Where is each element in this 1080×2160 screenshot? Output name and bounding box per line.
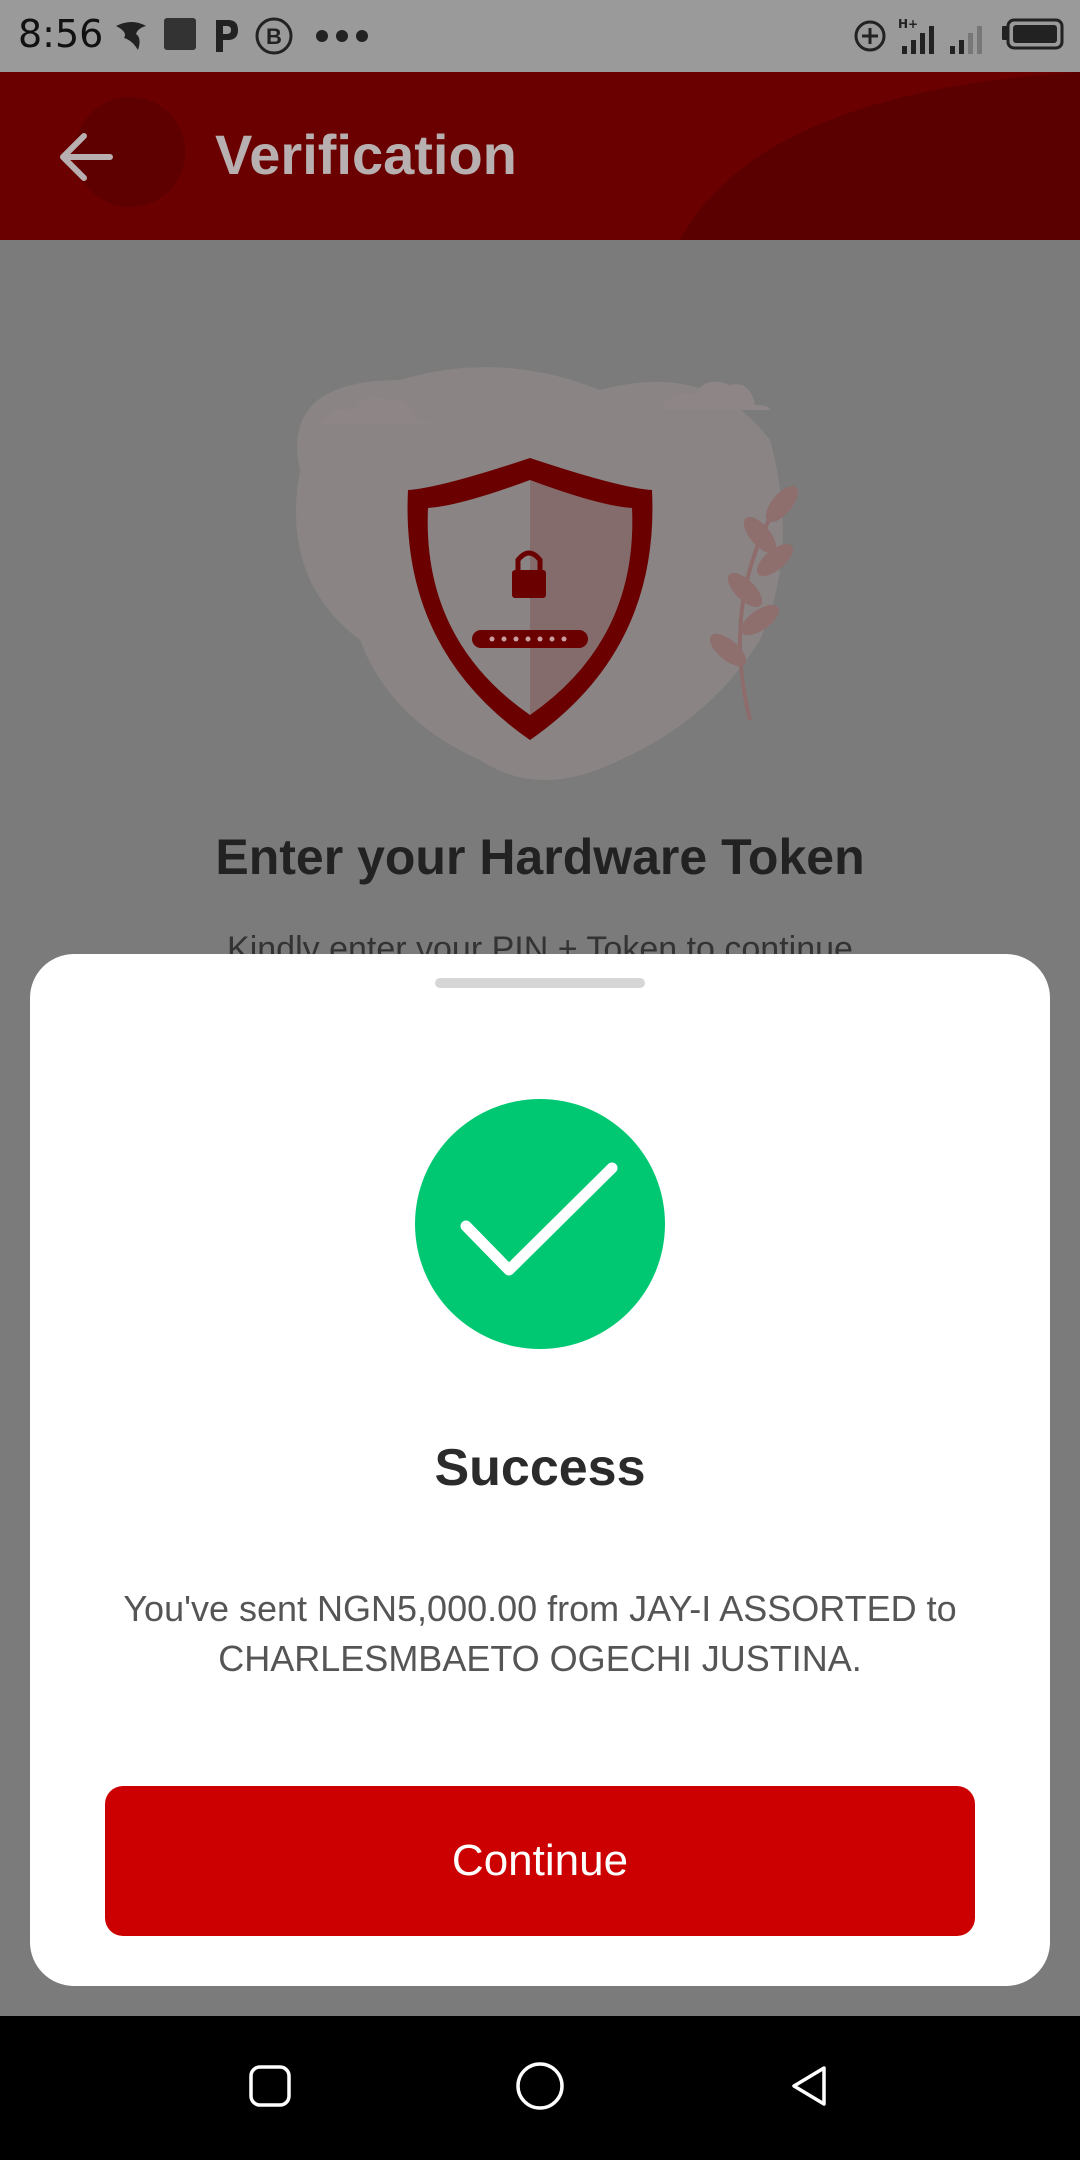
battery-icon: [1002, 18, 1064, 50]
success-message: You've sent NGN5,000.00 from JAY-I ASSOR…: [123, 1588, 957, 1679]
signal-hplus-icon: H+: [898, 17, 934, 54]
security-shield-illustration: [296, 367, 799, 780]
status-time: 8:56: [18, 12, 104, 56]
svg-text:B: B: [266, 24, 282, 49]
navigation-bar: [0, 2016, 1080, 2160]
arrow-left-icon[interactable]: [52, 122, 122, 192]
page-title: Verification: [215, 123, 517, 186]
recents-square-icon[interactable]: [246, 2062, 294, 2110]
app-bar-decoration: [75, 72, 1080, 240]
home-circle-icon[interactable]: [514, 2060, 566, 2112]
signal-icon: [950, 26, 982, 54]
b-circle-icon: B: [255, 17, 293, 55]
p-app-icon: [216, 20, 238, 52]
svg-text:H+: H+: [898, 17, 918, 31]
continue-button[interactable]: Continue: [105, 1786, 975, 1936]
more-dots-icon: [316, 30, 368, 42]
status-bar: 8:56 B H+: [0, 0, 1080, 72]
app-bar: Verification: [0, 72, 1080, 240]
sheet-drag-handle[interactable]: [435, 978, 645, 988]
square-app-icon: [164, 18, 196, 50]
success-check-icon: [415, 1099, 665, 1349]
success-title: Success: [434, 1439, 646, 1497]
data-saver-icon: [854, 20, 886, 52]
token-heading: Enter your Hardware Token: [215, 829, 865, 885]
back-triangle-icon[interactable]: [786, 2062, 834, 2110]
success-sheet: Success You've sent NGN5,000.00 from JAY…: [30, 954, 1050, 1986]
bird-icon: [116, 22, 146, 50]
